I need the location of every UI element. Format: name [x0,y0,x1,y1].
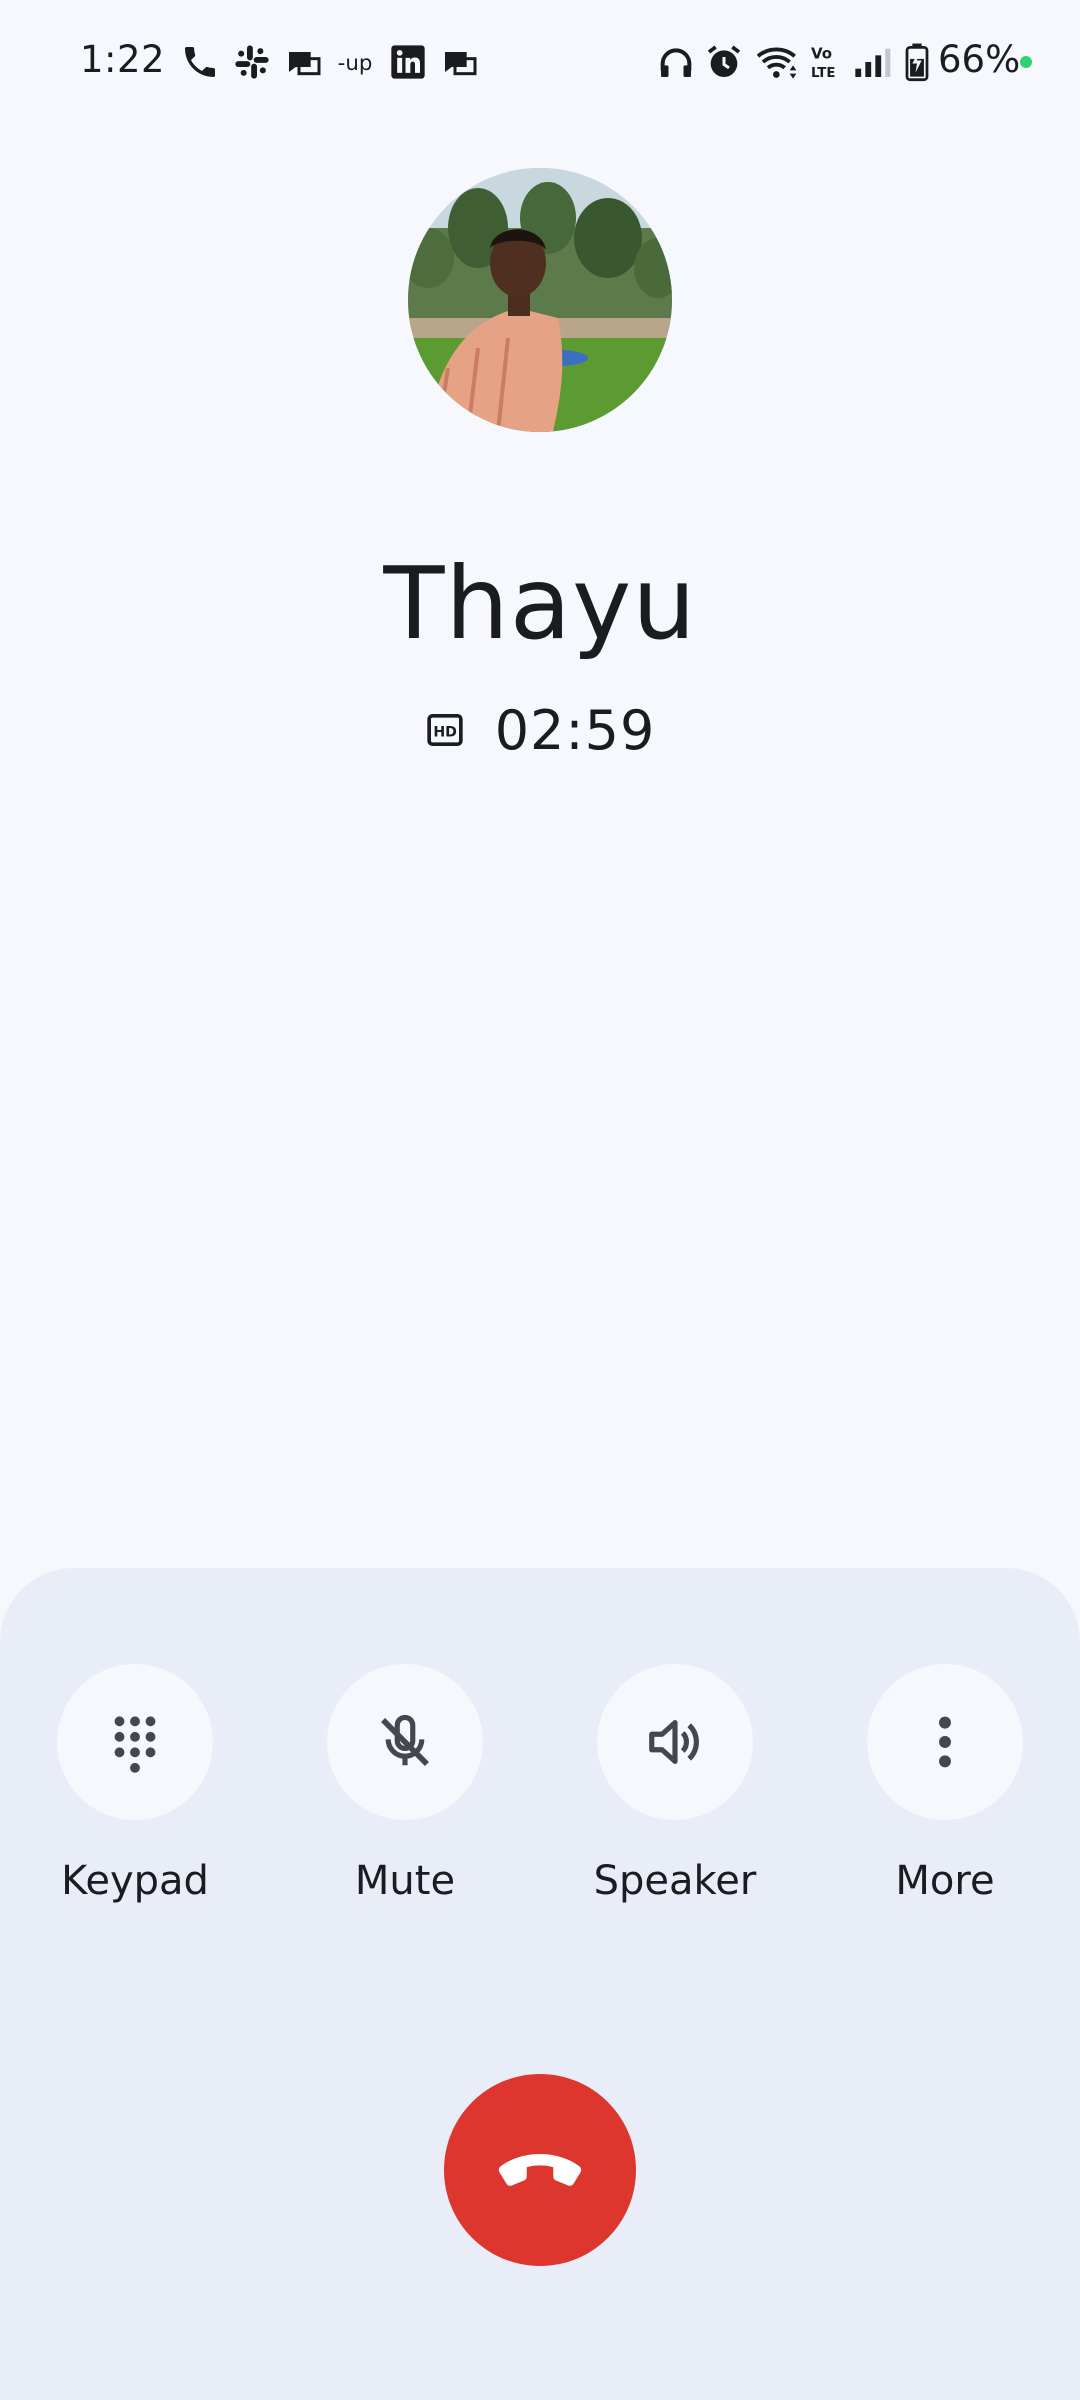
speaker-button[interactable] [597,1664,753,1820]
keypad-label: Keypad [61,1858,209,1904]
speaker-icon [649,1720,699,1764]
more-control: More [835,1664,1055,1924]
alarm-icon [704,42,744,82]
contact-avatar [408,168,672,432]
more-button[interactable] [867,1664,1023,1820]
phone-icon [180,42,220,82]
svg-text:-up: -up [338,51,373,76]
headphones-icon [656,42,696,82]
mute-control: Mute [295,1664,515,1924]
call-info: HD 02:59 [0,698,1080,762]
wifi-icon [756,42,800,82]
privacy-indicator-dot [1020,56,1032,68]
more-vert-icon [939,1716,951,1768]
mute-label: Mute [354,1858,456,1904]
call-end-icon [498,2153,582,2186]
svg-text:Vo: Vo [811,45,832,63]
status-time: 1:22 [80,38,166,81]
call-controls-panel: Keypad Mute Speaker More [0,1568,1080,2400]
keypad-button[interactable] [57,1664,213,1820]
mic-off-icon [381,1714,429,1766]
mute-button[interactable] [327,1664,483,1820]
dialpad-icon [114,1716,156,1773]
contact-name: Thayu [383,545,697,662]
message-icon [284,42,324,82]
speaker-label: Speaker [593,1858,757,1904]
end-call-button[interactable] [444,2074,636,2266]
svg-text:LTE: LTE [811,66,835,81]
battery-percent: 66% [938,38,1021,81]
upwork-icon: -up [336,42,382,82]
battery-charging-icon [902,42,932,82]
call-duration: 02:59 [494,698,656,762]
keypad-control: Keypad [25,1664,245,1924]
linkedin-icon [388,42,428,82]
message-icon [440,42,480,82]
speaker-control: Speaker [565,1664,785,1924]
svg-text:HD: HD [433,725,457,741]
signal-icon [852,42,892,82]
more-label: More [895,1858,995,1904]
slack-icon [232,42,272,82]
status-bar: 1:22 -up Vo LTE 66% [0,0,1080,124]
hd-icon: HD [427,714,463,746]
volte-icon: Vo LTE [808,42,844,82]
